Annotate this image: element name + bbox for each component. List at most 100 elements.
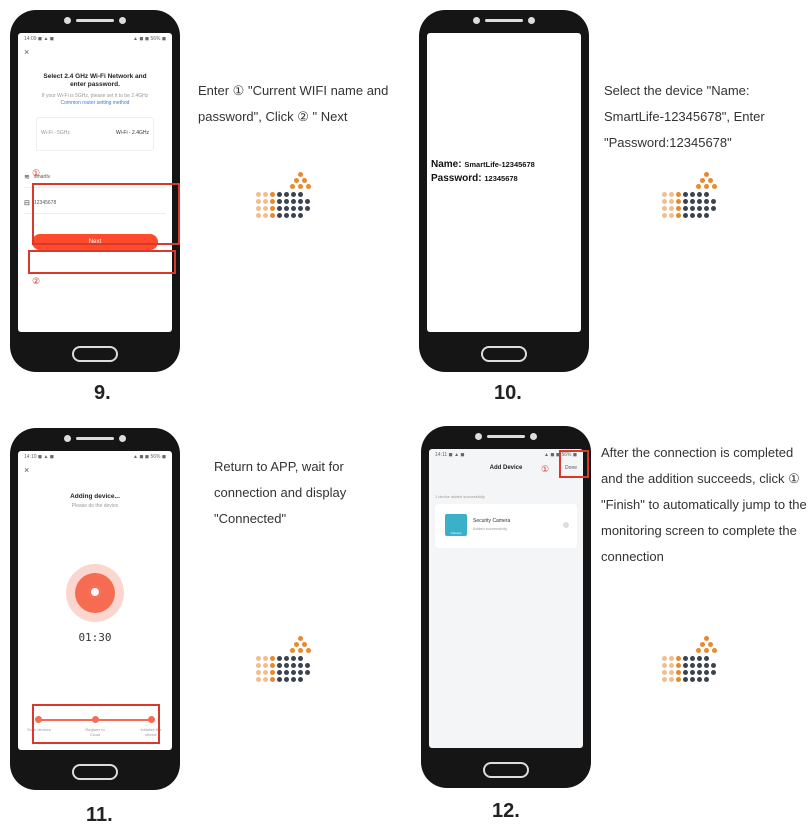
arrow-dot: [284, 670, 289, 675]
arrow-dot: [270, 192, 275, 197]
arrow-dot: [291, 656, 296, 661]
arrow-dot: [277, 199, 282, 204]
arrow-dot: [256, 677, 261, 682]
arrow-dot: [669, 199, 674, 204]
arrow-icon: [256, 172, 322, 222]
status-bar: 14:10 ◼ ▲ ◼ ▲ ◼ ◼ 56% ◼: [18, 451, 172, 463]
arrow-dot: [270, 213, 275, 218]
arrow-dot: [704, 670, 709, 675]
arrow-dot: [256, 663, 261, 668]
arrow-dot: [298, 206, 303, 211]
arrow-dot: [704, 656, 709, 661]
home-button[interactable]: [481, 346, 527, 362]
freq-5ghz-label: Wi-Fi - 5GHz: [41, 130, 70, 136]
phone-screen-step-12: 14:11 ◼ ▲ ◼ ▲ ◼ ◼ 56% ◼ Add Device Done …: [429, 449, 583, 748]
arrow-dot: [690, 656, 695, 661]
arrow-dot: [690, 199, 695, 204]
step-10-number: 10.: [494, 382, 522, 404]
arrow-dot: [277, 213, 282, 218]
home-button[interactable]: [483, 762, 529, 778]
arrow-dot: [676, 670, 681, 675]
arrow-dot: [704, 213, 709, 218]
device-card[interactable]: Camera Security Camera Added successfull…: [435, 504, 577, 548]
arrow-dot: [263, 199, 268, 204]
arrow-dot: [697, 663, 702, 668]
arrow-dot: [683, 663, 688, 668]
arrow-dot: [294, 178, 299, 183]
arrow-dot: [263, 656, 268, 661]
arrow-dot: [263, 213, 268, 218]
arrow-dot: [256, 656, 261, 661]
arrow-dot: [270, 677, 275, 682]
arrow-icon: [256, 636, 322, 686]
arrow-dot: [305, 199, 310, 204]
arrow-dot: [284, 206, 289, 211]
arrow-dot: [662, 670, 667, 675]
arrow-dot: [704, 206, 709, 211]
arrow-dot: [298, 213, 303, 218]
edit-icon[interactable]: [563, 522, 569, 528]
arrow-dot: [669, 677, 674, 682]
arrow-dot: [277, 206, 282, 211]
home-button[interactable]: [72, 346, 118, 362]
phone-sensor-icon: [119, 435, 126, 442]
arrow-dot: [306, 184, 311, 189]
arrow-dot: [662, 199, 667, 204]
highlight-next-button: [28, 250, 176, 274]
arrow-dot: [662, 192, 667, 197]
wifi-page-title: Select 2.4 GHz Wi-Fi Network and enter p…: [43, 73, 147, 88]
phone-speaker: [76, 437, 114, 440]
highlight-wifi-fields: [32, 183, 180, 245]
step-9-caption: Enter ① "Current WIFI name and password"…: [198, 83, 389, 124]
arrow-dot: [712, 648, 717, 653]
camera-thumbnail: Camera: [445, 514, 467, 536]
arrow-dot: [263, 663, 268, 668]
arrow-dot: [683, 192, 688, 197]
status-bar: 14:09 ◼ ▲ ◼ ▲ ◼ ◼ 56% ◼: [18, 33, 172, 45]
arrow-dot: [711, 663, 716, 668]
arrow-dot: [697, 206, 702, 211]
arrow-dot: [291, 206, 296, 211]
arrow-icon: [662, 172, 728, 222]
arrow-dot: [284, 192, 289, 197]
arrow-dot: [284, 213, 289, 218]
arrow-dot: [683, 677, 688, 682]
arrow-dot: [704, 663, 709, 668]
phone-step-10: Name: SmartLife-12345678 Password: 12345…: [419, 10, 589, 372]
arrow-dot: [662, 656, 667, 661]
marker-1: ①: [541, 464, 550, 474]
phone-speaker: [485, 19, 523, 22]
home-button[interactable]: [72, 764, 118, 780]
arrow-dot: [277, 670, 282, 675]
arrow-dot: [669, 213, 674, 218]
arrow-dot: [704, 648, 709, 653]
arrow-dot: [284, 663, 289, 668]
arrow-dot: [697, 213, 702, 218]
phone-speaker: [76, 19, 114, 22]
arrow-dot: [302, 178, 307, 183]
arrow-dot: [298, 184, 303, 189]
device-card-name: Security Camera: [473, 518, 511, 524]
arrow-dot: [690, 192, 695, 197]
arrow-dot: [676, 677, 681, 682]
arrow-dot: [697, 670, 702, 675]
arrow-dot: [291, 213, 296, 218]
arrow-dot: [270, 663, 275, 668]
arrow-dot: [669, 656, 674, 661]
router-setting-link[interactable]: Common router setting method: [26, 100, 164, 106]
countdown-timer: 01:30: [78, 631, 112, 644]
arrow-dot: [256, 213, 261, 218]
device-password-label: Password:: [431, 173, 482, 184]
arrow-dot: [256, 206, 261, 211]
arrow-dot: [696, 648, 701, 653]
arrow-dot: [270, 199, 275, 204]
phone-camera-icon: [64, 435, 71, 442]
phone-camera-icon: [473, 17, 480, 24]
close-icon[interactable]: ×: [24, 47, 29, 57]
arrow-dot: [291, 663, 296, 668]
arrow-dot: [298, 636, 303, 641]
arrow-dot: [263, 677, 268, 682]
arrow-dot: [696, 184, 701, 189]
arrow-dot: [298, 648, 303, 653]
close-icon[interactable]: ×: [24, 465, 29, 475]
